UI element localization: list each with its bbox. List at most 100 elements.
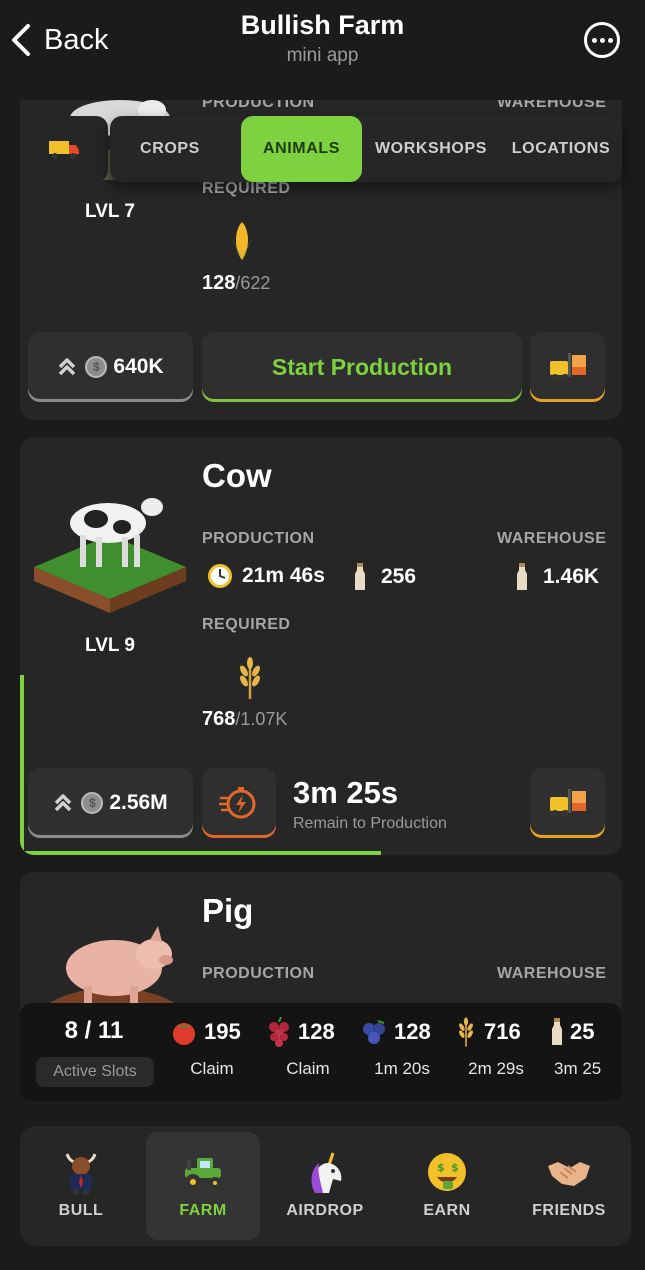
start-production-label: Start Production [271, 353, 453, 380]
tractor-icon [185, 1158, 221, 1190]
slot-status: Claim [190, 1059, 234, 1078]
required-need: /1.07K [235, 709, 288, 729]
wheat-icon [459, 1017, 473, 1047]
nav-label: FRIENDS [532, 1202, 606, 1219]
tomato-icon [173, 1023, 195, 1045]
production-amount: 256 [353, 562, 416, 592]
required-have: 768 [202, 708, 236, 730]
production-time-value: 21m 46s [242, 564, 325, 587]
tab-crops[interactable]: CROPS [110, 116, 230, 182]
double-chevron-up-icon [59, 358, 76, 376]
warehouse-label: WAREHOUSE [497, 965, 607, 982]
app-title: Bullish Farm [240, 10, 405, 40]
upgrade-cost: 640K [113, 355, 164, 378]
slot-amount: 195 [204, 1019, 241, 1044]
animal-card-cow: LVL 9 Cow PRODUCTION WAREHOUSE 21m 46s 2… [20, 437, 622, 855]
nav-label: FARM [179, 1202, 227, 1219]
delivery-truck-icon [49, 141, 79, 159]
production-label: PRODUCTION [202, 530, 315, 547]
warehouse-label: WAREHOUSE [497, 530, 607, 547]
tab-animals[interactable]: ANIMALS [241, 116, 362, 182]
nav-label: BULL [58, 1202, 104, 1219]
required-amount: 128/622 [202, 272, 270, 295]
production-timer-label: Remain to Production [293, 815, 447, 832]
required-label: REQUIRED [202, 180, 291, 197]
upgrade-cost: 2.56M [109, 791, 168, 814]
slot-item[interactable]: 128 1m 20s [360, 1015, 444, 1095]
start-production-button[interactable]: Start Production [202, 332, 522, 402]
forklift-button[interactable] [530, 768, 605, 838]
tab-locations[interactable]: LOCATIONS [502, 116, 620, 182]
nav-airdrop[interactable]: AIRDROP [268, 1132, 382, 1240]
milk-bottle-icon [552, 1018, 562, 1045]
animal-name: Pig [202, 892, 254, 929]
handshake-icon [548, 1162, 590, 1186]
slot-item[interactable]: 716 2m 29s [454, 1015, 538, 1095]
forklift-button[interactable] [530, 332, 605, 402]
money-face-icon: $ $ [428, 1153, 466, 1191]
wheat-icon [240, 657, 260, 699]
dot-icon [591, 37, 597, 43]
slot-status: 3m 25 [554, 1059, 602, 1078]
required-amount: 768/1.07K [202, 708, 287, 731]
dot-icon [599, 37, 605, 43]
category-tabs: CROPS ANIMALS WORKSHOPS LOCATIONS [110, 116, 622, 182]
level-label: LVL 7 [85, 201, 135, 222]
dot-icon [607, 37, 613, 43]
nav-earn[interactable]: $ $ EARN [390, 1132, 504, 1240]
milk-bottle-icon [355, 563, 365, 590]
required-have: 128 [202, 272, 236, 294]
blueberries-icon [363, 1020, 385, 1044]
more-options-button[interactable] [584, 22, 620, 58]
animal-card-pig: Pig PRODUCTION WAREHOUSE [20, 872, 622, 1022]
grapes-icon [269, 1017, 289, 1047]
cow-image [34, 498, 186, 613]
slot-amount: 128 [298, 1019, 335, 1044]
bull-icon [65, 1153, 97, 1195]
delivery-truck-button[interactable] [20, 116, 108, 182]
slot-amount: 128 [394, 1019, 431, 1044]
slot-status: 2m 29s [468, 1059, 524, 1078]
forklift-icon [549, 789, 586, 818]
svg-text:$: $ [437, 1161, 445, 1174]
production-label: PRODUCTION [202, 965, 315, 982]
active-slots-count: 8 / 11 [64, 1017, 124, 1044]
stopwatch-bolt-icon [219, 787, 256, 819]
corn-icon [232, 222, 252, 260]
coin-icon: $ [81, 792, 104, 814]
tab-workshops[interactable]: WORKSHOPS [366, 116, 496, 182]
bottom-navigation: BULL FARM AIRDROP $ $ EARN FRIENDS [20, 1126, 631, 1246]
production-progress-bar [20, 851, 382, 855]
nav-farm[interactable]: FARM [146, 1132, 260, 1240]
app-subtitle: mini app [286, 45, 359, 66]
nav-bull[interactable]: BULL [24, 1132, 138, 1240]
warehouse-amount: 1.46K [515, 562, 599, 592]
svg-text:$: $ [451, 1161, 459, 1174]
production-time: 21m 46s [206, 562, 325, 590]
nav-label: AIRDROP [286, 1202, 364, 1219]
milk-bottle-icon [517, 563, 527, 590]
warehouse-amount-value: 1.46K [543, 565, 600, 588]
level-label: LVL 9 [85, 635, 135, 656]
active-slots-bar: 8 / 11 Active Slots 195 Claim 128 Claim [20, 1003, 622, 1101]
active-slots-label: Active Slots [36, 1057, 154, 1087]
required-need: /622 [235, 273, 271, 293]
double-chevron-up-icon [55, 794, 72, 812]
unicorn-icon [311, 1152, 342, 1193]
speed-up-button[interactable] [202, 768, 276, 838]
progress-left-edge [20, 675, 24, 855]
upgrade-button[interactable]: $ 640K [28, 332, 193, 402]
slot-amount: 716 [484, 1019, 521, 1044]
slot-item[interactable]: 128 Claim [266, 1015, 350, 1095]
slot-item[interactable]: 195 Claim [170, 1015, 254, 1095]
nav-label: EARN [423, 1202, 471, 1219]
slot-amount: 25 [570, 1019, 595, 1044]
upgrade-button[interactable]: $ 2.56M [28, 768, 193, 838]
nav-friends[interactable]: FRIENDS [512, 1132, 626, 1240]
slot-item[interactable]: 25 3m 25 [550, 1015, 622, 1095]
slot-status: 1m 20s [374, 1059, 430, 1078]
slot-status: Claim [286, 1059, 330, 1078]
animal-name: Cow [202, 457, 272, 494]
forklift-icon [549, 353, 586, 382]
clock-icon [208, 564, 232, 588]
